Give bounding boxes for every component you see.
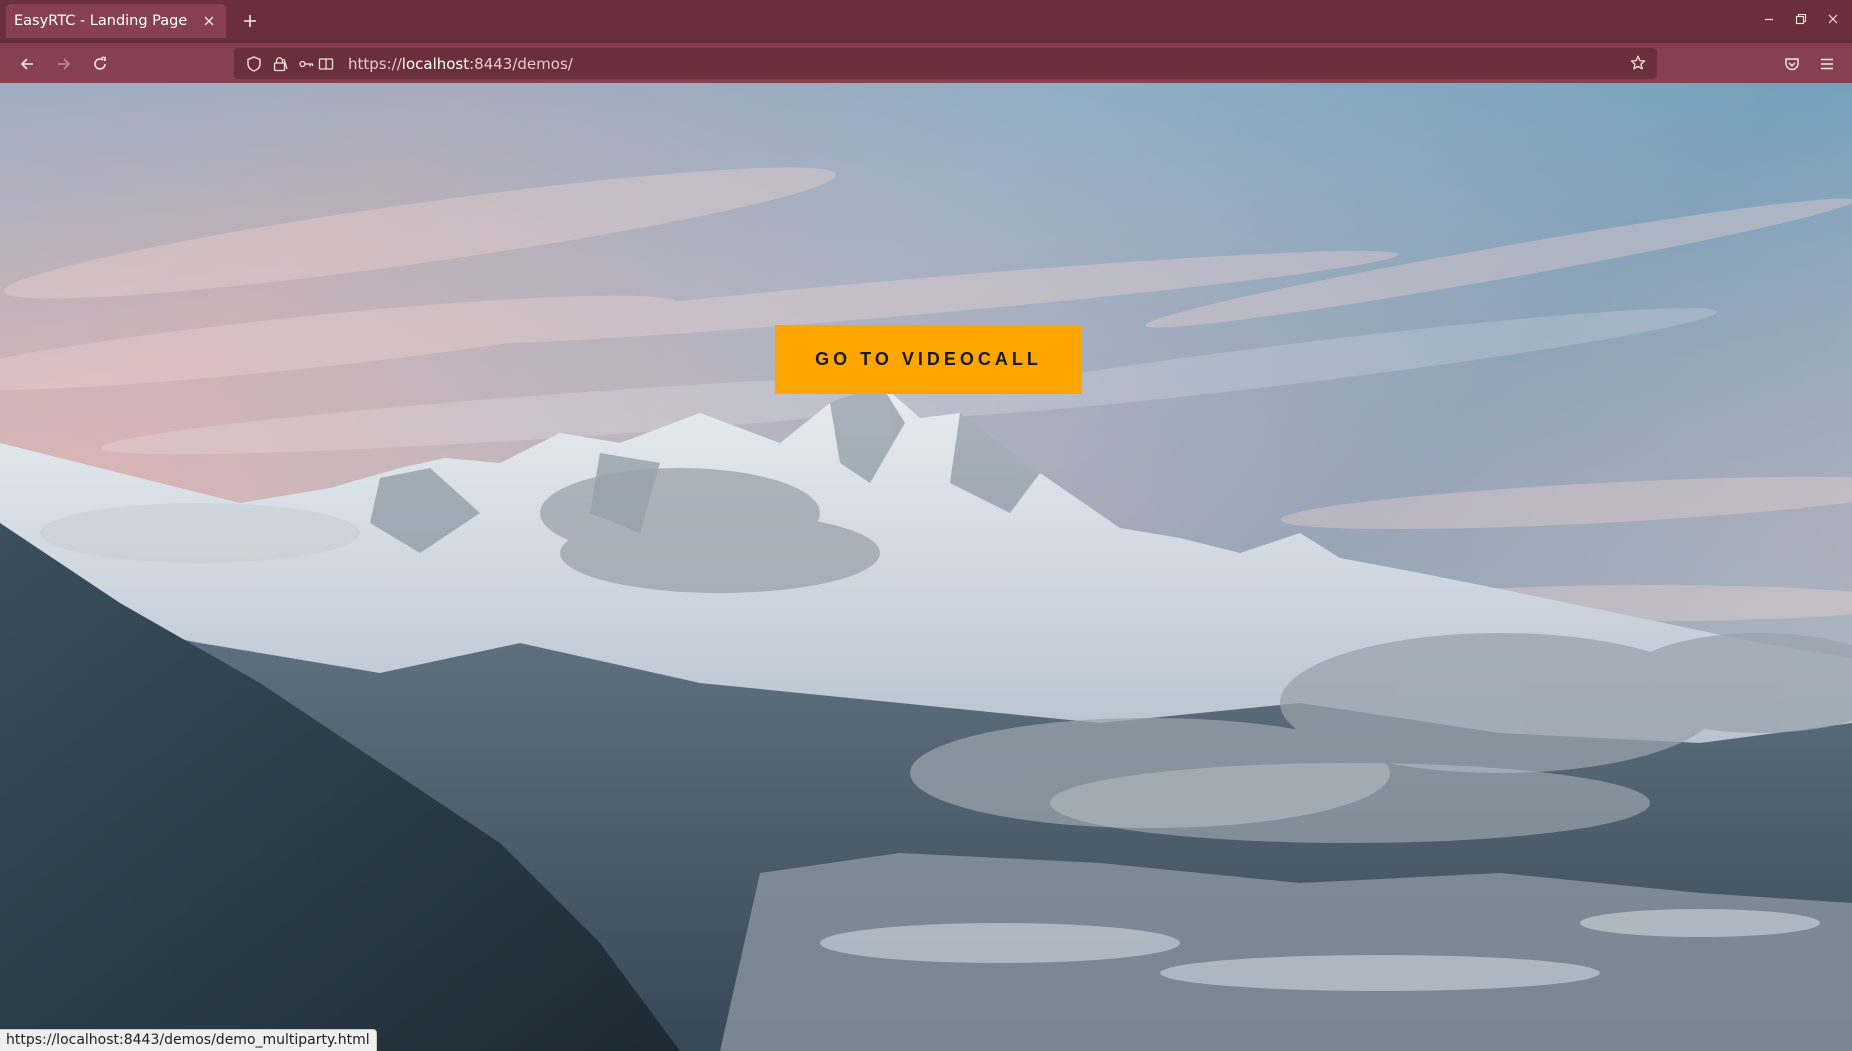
restore-icon[interactable]: [1790, 8, 1812, 30]
tab-title: EasyRTC - Landing Page: [14, 13, 188, 29]
close-icon[interactable]: [200, 12, 218, 30]
lock-icon[interactable]: [270, 54, 290, 74]
url-text[interactable]: https://localhost:8443/demos/: [348, 55, 573, 73]
permissions-icon[interactable]: [296, 54, 316, 74]
navigation-toolbar: https://localhost:8443/demos/: [0, 42, 1852, 83]
minimize-icon[interactable]: [1758, 8, 1780, 30]
close-icon[interactable]: [1822, 8, 1844, 30]
star-icon[interactable]: [1627, 52, 1649, 74]
hamburger-menu-icon[interactable]: [1814, 51, 1840, 77]
url-path: :8443/demos/: [469, 54, 573, 73]
status-link-url: https://localhost:8443/demos/demo_multip…: [0, 1029, 377, 1051]
shield-icon[interactable]: [244, 54, 264, 74]
go-to-videocall-button[interactable]: GO TO VIDEOCALL: [775, 325, 1082, 394]
arrow-left-icon[interactable]: [14, 51, 40, 77]
url-bar[interactable]: https://localhost:8443/demos/: [234, 48, 1657, 79]
url-host: localhost: [401, 54, 470, 73]
plus-icon[interactable]: [238, 9, 262, 33]
pocket-icon[interactable]: [1779, 51, 1805, 77]
window-controls: [1758, 8, 1844, 30]
active-tab[interactable]: EasyRTC - Landing Page: [6, 4, 226, 38]
arrow-right-icon[interactable]: [51, 51, 77, 77]
reader-icon[interactable]: [316, 54, 336, 74]
url-scheme: https://: [348, 54, 402, 73]
page-viewport: GO TO VIDEOCALL https://localhost:8443/d…: [0, 83, 1852, 1051]
tab-strip: EasyRTC - Landing Page: [0, 0, 1852, 42]
mountain-background-image: [0, 83, 1852, 1051]
reload-icon[interactable]: [87, 51, 113, 77]
